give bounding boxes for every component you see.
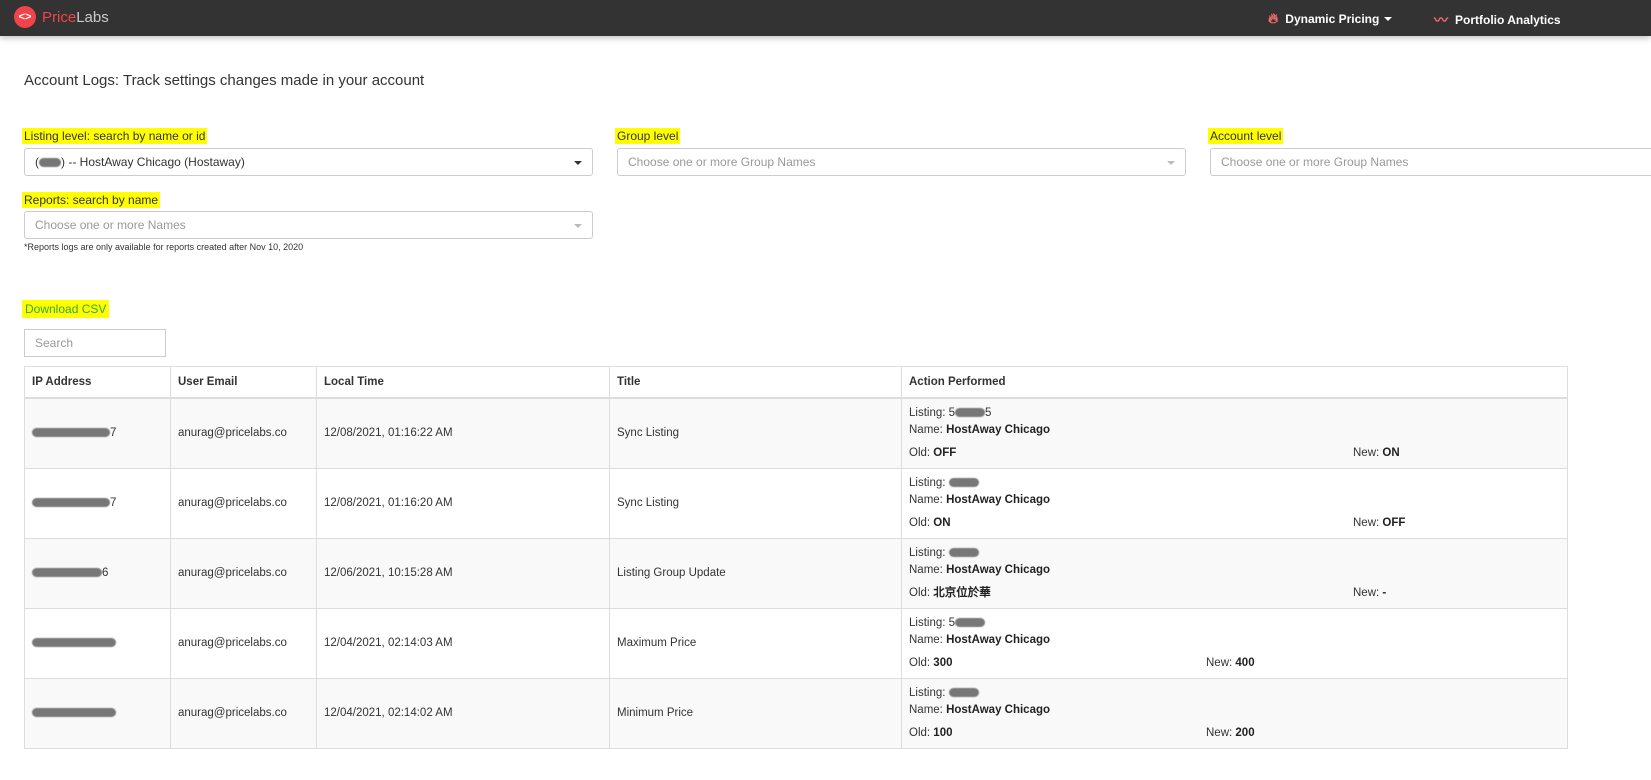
ip-address-cell — [24, 607, 171, 679]
new-value: New: ON — [1353, 446, 1400, 459]
redacted-listing-id — [955, 617, 986, 627]
listing-line: Listing: 5 — [909, 615, 1560, 632]
local-time-cell: 12/04/2021, 02:14:02 AM — [316, 677, 610, 749]
redacted-listing-id — [955, 407, 986, 417]
redacted-ip — [32, 568, 102, 578]
ip-address-cell: 7 — [24, 467, 171, 539]
account-level-select[interactable]: Choose one or more Group Names — [1210, 148, 1651, 176]
group-level-label: Group level — [615, 128, 681, 144]
redacted-listing-id — [948, 477, 979, 487]
top-navbar: <> PriceLabs 🔥︎ Dynamic Pricing 〰 Portfo… — [0, 0, 1651, 36]
listing-line: Listing: — [909, 545, 1560, 562]
action-performed-cell: Listing: Name: HostAway Chicago Old: ON … — [901, 467, 1568, 539]
old-value: Old: OFF — [909, 446, 957, 459]
old-new-line: Old: OFF New: ON — [909, 445, 1560, 462]
redacted-listing-id — [948, 547, 979, 557]
account-logs-table: IP Address User Email Local Time Title A… — [24, 366, 1568, 749]
search-input[interactable] — [24, 329, 166, 357]
logo-icon: <> — [14, 6, 36, 28]
redacted-ip — [32, 428, 110, 438]
old-value: Old: 300 — [909, 656, 953, 669]
redacted-listing-id — [948, 687, 979, 697]
listing-line: Listing: 55 — [909, 406, 992, 419]
ip-address-cell: 7 — [24, 397, 171, 469]
local-time-cell: 12/08/2021, 01:16:20 AM — [316, 467, 610, 539]
reports-label: Reports: search by name — [22, 192, 161, 208]
user-email-cell: anurag@pricelabs.co — [170, 607, 317, 679]
col-user-email[interactable]: User Email — [170, 366, 317, 399]
name-line: Name: HostAway Chicago — [909, 563, 1051, 576]
user-email-cell: anurag@pricelabs.co — [170, 537, 317, 609]
reports-note: *Reports logs are only available for rep… — [24, 242, 304, 252]
dropdown-arrow-icon — [574, 161, 582, 165]
new-value: New: - — [1353, 586, 1387, 599]
title-cell: Maximum Price — [609, 607, 902, 679]
download-csv-link[interactable]: Download CSV — [22, 300, 110, 318]
title-cell: Sync Listing — [609, 467, 902, 539]
listing-level-label: Listing level: search by name or id — [22, 128, 208, 144]
nav-dynamic-pricing[interactable]: 🔥︎ Dynamic Pricing — [1268, 10, 1393, 27]
old-new-line: Old: 100 New: 200 — [909, 725, 1560, 742]
page-title: Account Logs: Track settings changes mad… — [24, 72, 425, 89]
name-line: Name: HostAway Chicago — [909, 633, 1051, 646]
name-line: Name: HostAway Chicago — [909, 703, 1051, 716]
table-row: anurag@pricelabs.co 12/04/2021, 02:14:02… — [24, 677, 1568, 749]
new-value: New: OFF — [1353, 516, 1406, 529]
listing-line: Listing: — [909, 685, 1560, 702]
table-row: 6 anurag@pricelabs.co 12/06/2021, 10:15:… — [24, 537, 1568, 609]
pricelabs-logo[interactable]: <> PriceLabs — [14, 6, 109, 28]
col-title[interactable]: Title — [609, 366, 902, 399]
listing-level-select[interactable]: () -- HostAway Chicago (Hostaway) — [24, 148, 593, 176]
dropdown-arrow-icon — [1167, 161, 1175, 165]
user-email-cell: anurag@pricelabs.co — [170, 677, 317, 749]
old-new-line: Old: 300 New: 400 — [909, 655, 1560, 672]
action-performed-cell: Listing: 55 Name: HostAway Chicago Old: … — [901, 397, 1568, 469]
table-row: anurag@pricelabs.co 12/04/2021, 02:14:03… — [24, 607, 1568, 679]
reports-select[interactable]: Choose one or more Names — [24, 211, 593, 239]
new-value: New: 200 — [1206, 726, 1255, 739]
col-ip-address[interactable]: IP Address — [24, 366, 171, 399]
title-cell: Minimum Price — [609, 677, 902, 749]
ip-address-cell: 6 — [24, 537, 171, 609]
title-cell: Listing Group Update — [609, 537, 902, 609]
old-new-line: Old: ON New: OFF — [909, 515, 1560, 532]
title-cell: Sync Listing — [609, 397, 902, 469]
action-performed-cell: Listing: Name: HostAway Chicago Old: 100… — [901, 677, 1568, 749]
local-time-cell: 12/06/2021, 10:15:28 AM — [316, 537, 610, 609]
local-time-cell: 12/08/2021, 01:16:22 AM — [316, 397, 610, 469]
caret-down-icon — [1384, 16, 1393, 21]
user-email-cell: anurag@pricelabs.co — [170, 397, 317, 469]
redacted-id — [39, 157, 61, 167]
redacted-ip — [32, 498, 110, 508]
old-value: Old: ON — [909, 516, 951, 529]
redacted-ip — [32, 708, 116, 718]
name-line: Name: HostAway Chicago — [909, 423, 1051, 436]
old-new-line: Old: 北京位於華 New: - — [909, 585, 1560, 602]
col-action-performed[interactable]: Action Performed — [901, 366, 1568, 399]
table-row: 7 anurag@pricelabs.co 12/08/2021, 01:16:… — [24, 397, 1568, 469]
old-value: Old: 北京位於華 — [909, 586, 991, 599]
user-email-cell: anurag@pricelabs.co — [170, 467, 317, 539]
nav-portfolio-analytics[interactable]: 〰 Portfolio Analytics — [1434, 10, 1561, 30]
name-line: Name: HostAway Chicago — [909, 493, 1051, 506]
trend-chart-icon: 〰 — [1434, 12, 1448, 28]
ip-address-cell — [24, 677, 171, 749]
old-value: Old: 100 — [909, 726, 953, 739]
table-row: 7 anurag@pricelabs.co 12/08/2021, 01:16:… — [24, 467, 1568, 539]
listing-line: Listing: — [909, 475, 1560, 492]
col-local-time[interactable]: Local Time — [316, 366, 610, 399]
local-time-cell: 12/04/2021, 02:14:03 AM — [316, 607, 610, 679]
action-performed-cell: Listing: 5 Name: HostAway Chicago Old: 3… — [901, 607, 1568, 679]
account-level-label: Account level — [1208, 128, 1284, 144]
dropdown-arrow-icon — [574, 224, 582, 228]
table-header-row: IP Address User Email Local Time Title A… — [24, 366, 1568, 399]
redacted-ip — [32, 638, 116, 648]
group-level-select[interactable]: Choose one or more Group Names — [617, 148, 1186, 176]
new-value: New: 400 — [1206, 656, 1255, 669]
action-performed-cell: Listing: Name: HostAway Chicago Old: 北京位… — [901, 537, 1568, 609]
flame-icon: 🔥︎ — [1268, 10, 1279, 26]
